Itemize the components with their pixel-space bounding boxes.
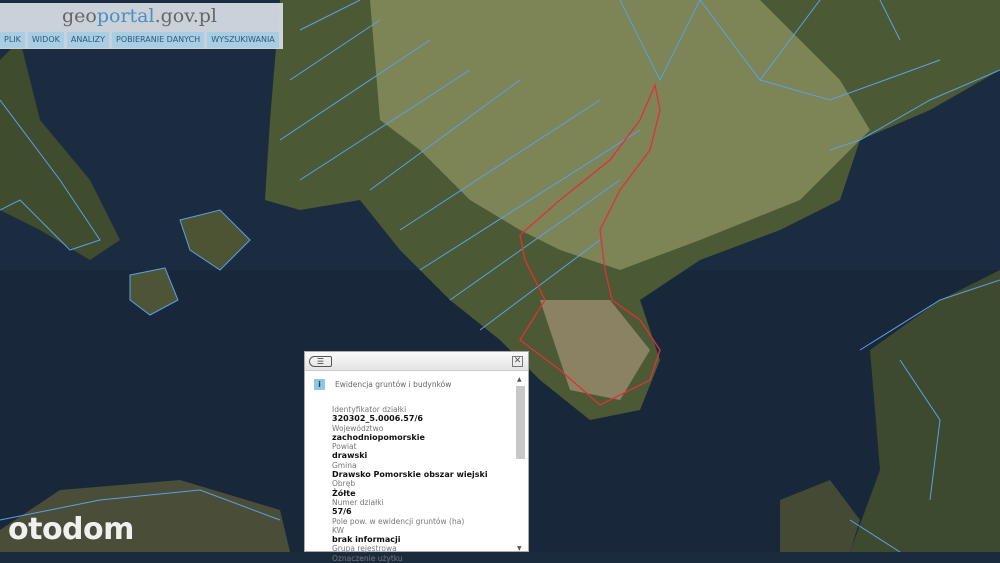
- popup-scrollbar[interactable]: ▲ ▼: [516, 376, 525, 552]
- field-label: Numer działki: [332, 497, 384, 507]
- field-label: Powiat: [332, 442, 357, 452]
- field-value: drawski: [332, 451, 368, 461]
- scroll-thumb[interactable]: [516, 386, 525, 459]
- info-icon: i: [314, 379, 325, 390]
- otodom-watermark: otodom: [8, 512, 134, 547]
- field-value: Żółte: [332, 488, 356, 498]
- field-value: 320302_5.0006.57/6: [332, 414, 423, 424]
- field-label: Identyfikator działki: [332, 405, 407, 414]
- parcel-info-popup: ☰ ✕ i Ewidencja gruntów i budynków Ident…: [304, 351, 529, 563]
- field-label: KW: [332, 525, 345, 535]
- field-value: zachodniopomorskie: [332, 432, 425, 442]
- logo-prefix: geo: [62, 5, 97, 27]
- list-back-icon[interactable]: ☰: [309, 356, 332, 367]
- popup-header: ☰ ✕: [305, 352, 528, 371]
- field-label: Gmina: [332, 460, 357, 470]
- field-value: Drawsko Pomorskie obszar wiejski: [332, 470, 488, 480]
- field-label: Pole pow. w ewidencji gruntów (ha): [332, 516, 465, 526]
- field-label: Grupa rejestrowa: [332, 544, 397, 554]
- logo-portal: portal: [96, 5, 155, 27]
- close-icon[interactable]: ✕: [512, 356, 523, 367]
- geoportal-logo[interactable]: geoportal.gov.pl: [62, 5, 217, 27]
- field-label: Obręb: [332, 479, 356, 489]
- popup-title: Ewidencja gruntów i budynków: [335, 380, 452, 389]
- menu-wyszukiwania[interactable]: WYSZUKIWANIA: [207, 32, 279, 48]
- menu-widok[interactable]: WIDOK: [27, 32, 64, 48]
- scroll-down-icon[interactable]: ▼: [517, 545, 522, 552]
- field-label: Oznaczenie użytku: [332, 553, 403, 563]
- field-value: 57/6: [332, 507, 352, 517]
- field-value: brak informacji: [332, 535, 401, 545]
- field-label: Województwo: [332, 423, 384, 433]
- logo-suffix: .gov.pl: [154, 5, 217, 27]
- parcel-fields: Identyfikator działki 320302_5.0006.57/6…: [332, 405, 517, 563]
- geoportal-header: geoportal.gov.pl PLIK WIDOK ANALIZY POBI…: [0, 3, 283, 49]
- main-menu: PLIK WIDOK ANALIZY POBIERANIE DANYCH WYS…: [0, 32, 279, 48]
- scroll-up-icon[interactable]: ▲: [517, 376, 522, 383]
- menu-analizy[interactable]: ANALIZY: [66, 32, 109, 48]
- menu-plik[interactable]: PLIK: [0, 32, 25, 48]
- menu-pobieranie-danych[interactable]: POBIERANIE DANYCH: [112, 32, 205, 48]
